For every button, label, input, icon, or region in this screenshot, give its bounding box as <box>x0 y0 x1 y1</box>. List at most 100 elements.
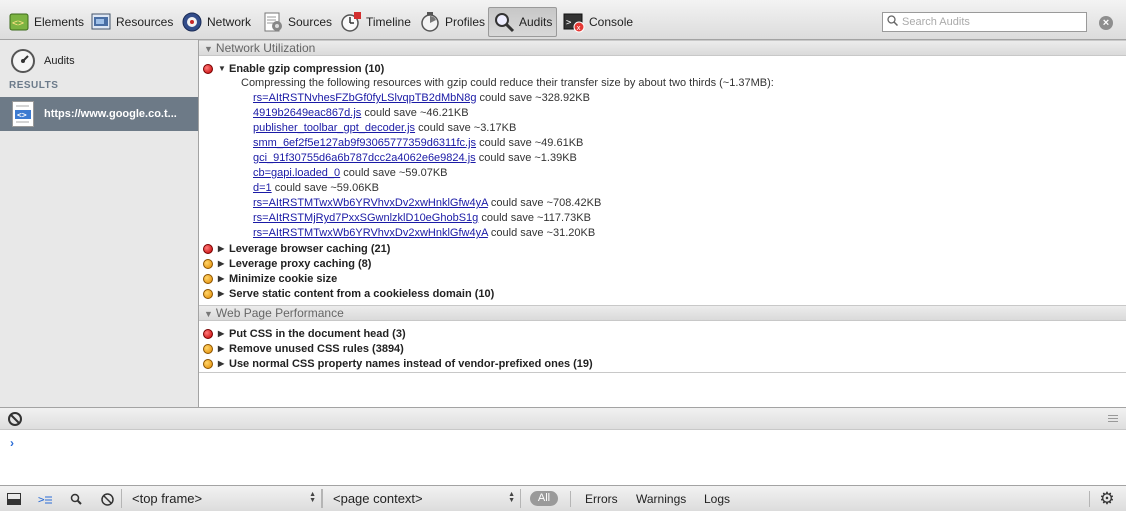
rule-title: Leverage browser caching (21) <box>229 242 391 255</box>
orange-severity-icon <box>203 288 213 299</box>
tab-label: Profiles <box>445 15 486 29</box>
sidebar-item-audits[interactable]: Audits <box>10 46 75 76</box>
resource-link[interactable]: gci_91f30755d6a6b787dcc2a4062e6e9824.js <box>253 152 476 164</box>
rule-title: Enable gzip compression (10) <box>229 62 385 75</box>
rule-cookieless-domain[interactable]: ▶ Serve static content from a cookieless… <box>199 286 1126 301</box>
audits-icon <box>493 11 515 33</box>
filter-all[interactable]: All <box>530 491 558 506</box>
resource-link[interactable]: 4919b2649eac867d.js <box>253 107 361 119</box>
rule-gzip[interactable]: ▼ Enable gzip compression (10) <box>199 61 1126 76</box>
red-severity-icon <box>203 328 213 339</box>
resource-link[interactable]: rs=AItRSTNvhesFZbGf0fyLSlvqpTB2dMbN8g <box>253 92 476 104</box>
filter-logs[interactable]: Logs <box>704 492 730 506</box>
svg-text:<>: <> <box>17 111 27 120</box>
category-header-network[interactable]: ▼ Network Utilization <box>199 40 1126 56</box>
tab-label: Console <box>589 15 634 29</box>
triangle-down-icon: ▼ <box>204 309 213 319</box>
rule-unused-css[interactable]: ▶ Remove unused CSS rules (3894) <box>199 341 1126 356</box>
resource-saving: could save ~1.39KB <box>478 152 577 164</box>
timeline-icon <box>340 11 362 33</box>
rule-title: Minimize cookie size <box>229 272 338 285</box>
triangle-right-icon: ▶ <box>218 244 225 253</box>
frame-select-value: <top frame> <box>132 491 203 506</box>
context-select[interactable]: <page context> ▲ ▼ <box>322 489 521 508</box>
rule-css-head[interactable]: ▶ Put CSS in the document head (3) <box>199 326 1126 341</box>
triangle-right-icon: ▶ <box>218 274 225 283</box>
category-title: Network Utilization <box>215 41 316 55</box>
rule-browser-caching[interactable]: ▶ Leverage browser caching (21) <box>199 241 1126 256</box>
filter-errors[interactable]: Errors <box>585 492 618 506</box>
frame-select[interactable]: <top frame> ▲ ▼ <box>121 489 322 508</box>
sidebar-item-result[interactable]: <> https://www.google.co.t... <box>0 97 198 131</box>
rule-cookie-size[interactable]: ▶ Minimize cookie size <box>199 271 1126 286</box>
search-input[interactable] <box>902 16 1082 28</box>
dock-icon[interactable] <box>5 491 23 507</box>
tab-console[interactable]: > x Console <box>559 7 637 37</box>
orange-severity-icon <box>203 343 213 354</box>
show-console-icon[interactable]: > <box>36 491 54 507</box>
category-header-performance[interactable]: ▼ Web Page Performance <box>199 305 1126 321</box>
tab-label: Audits <box>519 15 553 29</box>
resource-row: rs=AItRSTNvhesFZbGf0fyLSlvqpTB2dMbN8g co… <box>199 91 1126 106</box>
gear-icon[interactable]: ⚙ <box>1097 489 1117 509</box>
resource-link[interactable]: d=1 <box>253 182 272 194</box>
tab-elements[interactable]: <> Elements <box>4 7 88 37</box>
rule-vendor-prefix[interactable]: ▶ Use normal CSS property names instead … <box>199 356 1126 371</box>
resize-grip-icon[interactable] <box>1108 415 1118 422</box>
tab-sources[interactable]: Sources <box>258 7 336 37</box>
console-toolbar <box>0 407 1126 430</box>
rule-title: Remove unused CSS rules (3894) <box>229 342 404 355</box>
context-select-value: <page context> <box>333 491 423 506</box>
triangle-right-icon: ▶ <box>218 259 225 268</box>
sources-icon <box>262 11 284 33</box>
orange-severity-icon <box>203 358 213 369</box>
search-icon[interactable] <box>67 491 85 507</box>
triangle-down-icon: ▼ <box>204 44 213 54</box>
status-bar: > <top frame> ▲ ▼ <page context> ▲ ▼ All E… <box>0 485 1126 511</box>
filter-warnings[interactable]: Warnings <box>636 492 686 506</box>
close-icon[interactable]: × <box>1099 16 1113 30</box>
tab-network[interactable]: Network <box>177 7 255 37</box>
rule-title: Use normal CSS property names instead of… <box>229 357 593 370</box>
tab-label: Timeline <box>366 15 411 29</box>
tab-timeline[interactable]: Timeline <box>336 7 415 37</box>
console-prompt-area[interactable]: › <box>0 430 1126 485</box>
resource-saving: could save ~46.21KB <box>364 107 469 119</box>
category-title: Web Page Performance <box>215 306 344 320</box>
tab-label: Sources <box>288 15 333 29</box>
clear-console-icon[interactable] <box>8 412 22 426</box>
console-prompt: › <box>10 436 14 450</box>
clear-icon[interactable] <box>98 491 116 507</box>
profiles-icon <box>419 11 441 33</box>
resource-link[interactable]: cb=gapi.loaded_0 <box>253 167 340 179</box>
svg-text:<>: <> <box>12 18 24 29</box>
resource-link[interactable]: smm_6ef2f5e127ab9f93065777359d6311fc.js <box>253 137 476 149</box>
resource-row: d=1 could save ~59.06KB <box>199 181 1126 196</box>
tab-profiles[interactable]: Profiles <box>415 7 489 37</box>
sidebar-item-label: Audits <box>44 55 75 67</box>
resource-link[interactable]: rs=AItRSTMjRyd7PxxSGwnlzklD10eGhobS1g <box>253 212 478 224</box>
resource-link[interactable]: publisher_toolbar_gpt_decoder.js <box>253 122 415 134</box>
devtools-toolbar: <> Elements Resources Network Sources Ti… <box>0 0 1126 40</box>
updown-icon: ▲ ▼ <box>309 491 316 504</box>
red-severity-icon <box>203 243 213 254</box>
orange-severity-icon <box>203 258 213 269</box>
results-heading: RESULTS <box>9 80 59 91</box>
resource-row: cb=gapi.loaded_0 could save ~59.07KB <box>199 166 1126 181</box>
tab-label: Elements <box>34 15 85 29</box>
rule-proxy-caching[interactable]: ▶ Leverage proxy caching (8) <box>199 256 1126 271</box>
updown-icon: ▲ ▼ <box>508 491 515 504</box>
tab-audits[interactable]: Audits <box>488 7 558 37</box>
document-icon: <> <box>12 101 34 127</box>
triangle-right-icon: ▶ <box>218 359 225 368</box>
tab-label: Resources <box>116 15 174 29</box>
tab-resources[interactable]: Resources <box>86 7 177 37</box>
rule-title: Put CSS in the document head (3) <box>229 327 406 340</box>
resource-saving: could save ~59.06KB <box>274 182 380 194</box>
resource-row: gci_91f30755d6a6b787dcc2a4062e6e9824.js … <box>199 151 1126 166</box>
resource-link[interactable]: rs=AItRSTMTwxWb6YRVhvxDv2xwHnklGfw4yA <box>253 227 488 239</box>
resource-saving: could save ~31.20KB <box>490 227 596 239</box>
resource-saving: could save ~49.61KB <box>479 137 584 149</box>
red-severity-icon <box>203 63 213 74</box>
resource-link[interactable]: rs=AItRSTMTwxWb6YRVhvxDv2xwHnklGfw4yA <box>253 197 488 209</box>
